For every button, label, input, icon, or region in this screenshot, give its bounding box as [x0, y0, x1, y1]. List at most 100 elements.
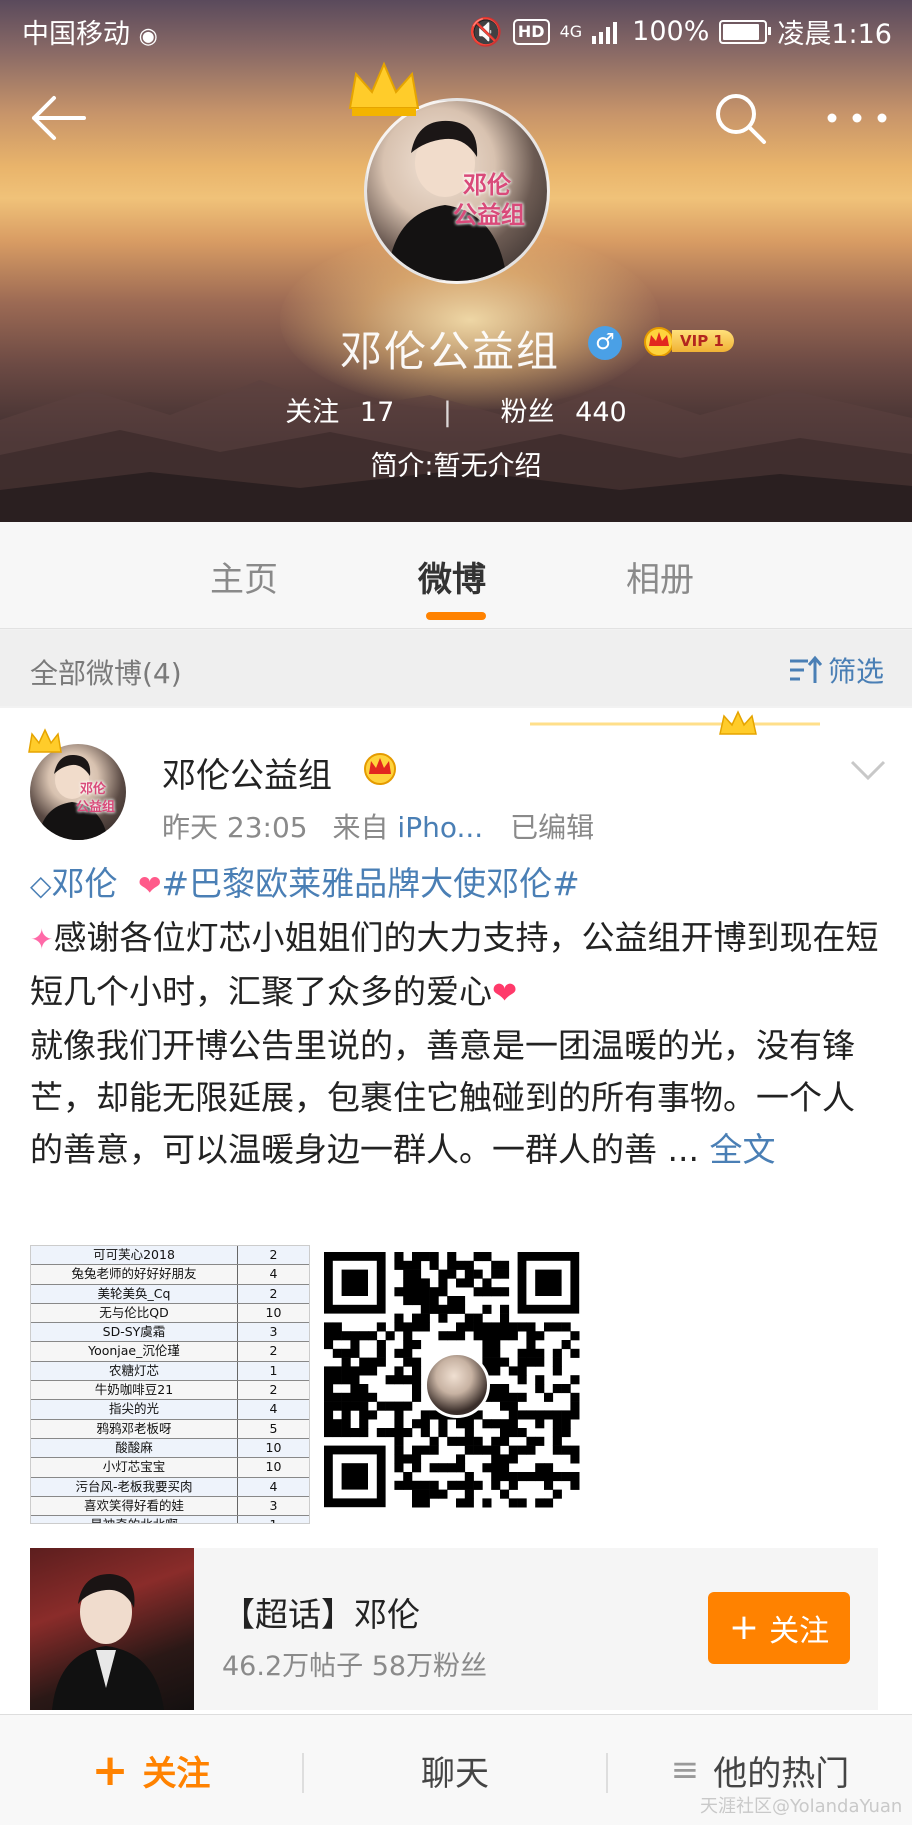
filter-icon: [790, 655, 822, 683]
network-label: 4G: [559, 22, 583, 41]
search-icon[interactable]: [712, 90, 768, 146]
super-topic-follow-button[interactable]: + 关注: [708, 1592, 850, 1664]
chat-label: 聊天: [421, 1753, 489, 1794]
hd-badge: HD: [512, 18, 550, 45]
tab-home[interactable]: 主页: [210, 552, 278, 601]
vip-badge[interactable]: VIP 1: [642, 324, 734, 358]
post-author-avatar[interactable]: 邓伦 公益组: [30, 744, 126, 840]
topic-follow-label: 关注: [769, 1614, 830, 1649]
post-tags-line: ◇邓伦 ❤#巴黎欧莱雅品牌大使邓伦#: [30, 858, 882, 912]
post-source[interactable]: iPho...: [397, 811, 483, 844]
header-mountains: [0, 380, 912, 522]
all-posts-count: 全部微博(4): [30, 657, 182, 690]
table-cell-name: 兔兔老师的好好好朋友: [31, 1265, 238, 1284]
table-cell-name: 小灯芯宝宝: [31, 1458, 238, 1477]
vip-crown-icon: [364, 753, 396, 785]
table-row: 是神奇的北北啊1: [31, 1516, 309, 1523]
watermark: 天涯社区@YolandaYuan: [700, 1796, 903, 1817]
vip-level-label: VIP 1: [672, 330, 734, 352]
profile-tabs: 主页 微博 相册: [0, 522, 912, 629]
filter-label: 筛选: [828, 655, 885, 688]
post-avatar-crown-icon: [28, 728, 62, 753]
profile-avatar[interactable]: 邓伦 公益组: [364, 98, 550, 284]
table-cell-count: 1: [269, 1362, 278, 1378]
qr-center-avatar: [424, 1352, 490, 1418]
plus-icon: +: [91, 1744, 129, 1796]
table-cell-count: 4: [269, 1478, 278, 1494]
table-cell-count: 5: [269, 1420, 278, 1436]
hashtag-link[interactable]: #巴黎欧莱雅品牌大使邓伦#: [162, 864, 580, 903]
table-cell-count: 4: [269, 1266, 278, 1282]
post-image-qr-code[interactable]: [324, 1252, 588, 1512]
profile-header: 中国移动 ◉ 🔇 HD 4G 100% 凌晨1:16 邓伦 公益组 邓伦公益组 …: [0, 0, 912, 522]
tab-weibo[interactable]: 微博: [418, 552, 486, 601]
table-cell-name: 美轮美奂_Cq: [31, 1284, 238, 1303]
table-row: 污台风-老板我要买肉 4: [31, 1477, 309, 1497]
carrier-name: 中国移动: [22, 19, 130, 50]
menu-lines-icon: ≡: [670, 1750, 700, 1790]
table-cell-count: 10: [265, 1439, 282, 1455]
table-cell-count: 4: [269, 1401, 278, 1417]
post-avatar-text-line2: 公益组: [76, 800, 116, 815]
table-row: SD-SY虞霜 3: [31, 1323, 309, 1343]
more-options-icon[interactable]: [824, 100, 890, 136]
post-edited: 已编辑: [510, 811, 595, 844]
table-cell-count: 2: [269, 1343, 278, 1359]
following-stat[interactable]: 关注 17: [279, 397, 409, 428]
table-row: 小灯芯宝宝 10: [31, 1458, 309, 1478]
table-row: 鸦鸦邓老板呀 5: [31, 1419, 309, 1439]
post-image-table[interactable]: 可可芙心2018 2 兔兔老师的好好好朋友 4 美轮美奂_Cq 2 无与伦比QD 10 SD-S…: [30, 1245, 310, 1524]
carrier-label: 中国移动 ◉: [22, 12, 158, 51]
profile-stats: 关注 17 | 粉丝 440: [0, 390, 912, 429]
vip-crown-icon: [644, 327, 674, 356]
following-count: 17: [359, 397, 395, 428]
table-row: 美轮美奂_Cq 2: [31, 1284, 309, 1304]
table-row: 牛奶咖啡豆21 2: [31, 1381, 309, 1401]
tab-album[interactable]: 相册: [626, 552, 694, 601]
table-cell-name: 污台风-老板我要买肉: [31, 1477, 238, 1496]
followers-count: 440: [575, 397, 627, 428]
super-topic-card[interactable]: 【超话】邓伦 46.2万帖子 58万粉丝 + 关注: [30, 1548, 878, 1710]
table-cell-name: 酸酸麻: [31, 1438, 238, 1458]
full-text-link[interactable]: 全文: [709, 1130, 775, 1169]
following-label: 关注: [285, 397, 340, 428]
avatar-figure: [387, 120, 507, 281]
profile-bio: 简介:暂无介绍: [370, 451, 542, 482]
filter-button[interactable]: 筛选: [788, 650, 884, 690]
post-avatar-text-line1: 邓伦: [80, 782, 107, 797]
table-row: 兔兔老师的好好好朋友 4: [31, 1265, 309, 1285]
donation-table: 可可芙心2018 2 兔兔老师的好好好朋友 4 美轮美奂_Cq 2 无与伦比QD 10 SD-S…: [31, 1246, 309, 1523]
table-cell-count: 3: [269, 1497, 278, 1513]
table-cell-count: 3: [269, 1324, 278, 1340]
table-cell-count: 2: [269, 1247, 278, 1262]
back-arrow-icon[interactable]: [28, 92, 88, 144]
male-gender-icon: ♂: [588, 326, 622, 360]
clock: 凌晨1:16: [777, 19, 892, 50]
battery-percent: 100%: [632, 16, 710, 47]
table-cell-name: 喜欢笑得好看的娃: [31, 1496, 238, 1516]
mention-link[interactable]: 邓伦: [52, 864, 118, 903]
table-row: 指尖的光 4: [31, 1400, 309, 1420]
plus-icon: +: [728, 1607, 760, 1648]
hearts-icon: ❤: [138, 869, 162, 902]
super-topic-title: 【超话】邓伦: [222, 1595, 420, 1634]
post-body: ◇邓伦 ❤#巴黎欧莱雅品牌大使邓伦# ✦感谢各位灯芯小姐姐们的大力支持，公益组开…: [30, 858, 882, 1176]
chevron-down-icon[interactable]: [850, 758, 886, 782]
avatar-text-line2: 公益组: [453, 201, 525, 229]
chat-button[interactable]: 聊天: [304, 1715, 606, 1825]
table-cell-count: 2: [269, 1285, 278, 1301]
topic-portrait: [52, 1574, 164, 1710]
followers-stat[interactable]: 粉丝 440: [495, 397, 633, 428]
post-author-name[interactable]: 邓伦公益组: [162, 748, 332, 797]
post-avatar-figure: [38, 754, 108, 840]
table-row: 可可芙心2018 2: [31, 1246, 309, 1266]
post-meta: 昨天 23:05 来自 iPho... 已编辑: [162, 806, 594, 846]
post-time: 昨天 23:05: [162, 811, 308, 844]
table-row: 农糖灯芯 1: [31, 1361, 309, 1382]
follow-button[interactable]: + 关注: [0, 1715, 302, 1825]
status-bar: 中国移动 ◉ 🔇 HD 4G 100% 凌晨1:16: [0, 0, 912, 62]
table-row: 无与伦比QD 10: [31, 1303, 309, 1324]
profile-avatar-container[interactable]: 邓伦 公益组: [348, 61, 550, 284]
table-cell-name: Yoonjae_沉伦瑾: [31, 1342, 238, 1361]
battery-icon: [719, 19, 772, 44]
